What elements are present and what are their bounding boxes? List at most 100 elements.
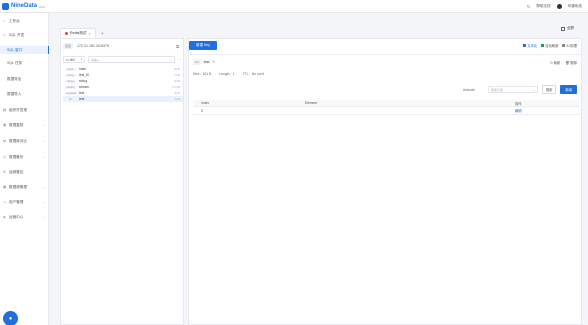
user-icon: ☺	[3, 200, 7, 204]
key-size: 64 B	[174, 79, 180, 83]
fullscreen-checkbox[interactable]	[560, 26, 565, 31]
key-meta: Size：161 B Length：1 TTL：No Limit	[193, 71, 264, 76]
chat-support-button[interactable]: ●	[3, 311, 18, 325]
search-icon: ⌕	[169, 57, 172, 62]
elements-table: Index Element 操作 0 编辑	[193, 100, 579, 115]
sidebar-item-data-import[interactable]: 数据导入	[0, 90, 49, 98]
edit-icon[interactable]: ✎	[212, 60, 215, 64]
chevron-down-icon: ⌄	[42, 185, 45, 189]
chevron-down-icon: ⌄	[42, 200, 45, 204]
code-icon: ◇	[3, 33, 6, 37]
new-key-button[interactable]: 新建 Key	[189, 41, 217, 50]
sidebar-item-data-backup[interactable]: ◎ 数据备份 ⌄	[0, 153, 49, 161]
ai-icon	[562, 44, 566, 47]
sidebar-item-data-copy[interactable]: ▣ 数据复制 ⌄	[0, 121, 49, 129]
table-header: Index Element 操作	[193, 100, 579, 107]
connection-row: 连接 172.21.181.20:6379 ⧉	[63, 42, 181, 50]
sidebar-item-label: 数据库对比	[9, 138, 27, 143]
element-search-input[interactable]: 搜索元素 ⌕	[487, 86, 538, 93]
app-root: NineData Web ↻ 帮助文档 印康系统 ⌂ 工作台 ◇ SQL 开发 …	[0, 0, 588, 325]
key-type-badge: list	[65, 97, 76, 101]
add-element-button[interactable]: 新增	[560, 85, 577, 94]
chevron-down-icon: ⌄	[42, 215, 45, 219]
connection-address: 172.21.181.20:6379	[77, 44, 109, 48]
key-name: test	[79, 97, 85, 101]
sidebar-item-sql-window[interactable]: SQL 窗口	[0, 46, 49, 54]
key-browser-panel: 连接 172.21.181.20:6379 ⧉ ⛁ db0 ▼ 请输入 ⌕ ⋯ …	[60, 38, 184, 325]
delete-label: 删除	[570, 61, 577, 65]
element-search-row: Unicode 搜索元素 ⌕ 搜索 新增	[463, 85, 577, 94]
col-header-actions: 操作	[515, 101, 522, 106]
db-select[interactable]: ⛁ db0 ▼	[63, 56, 85, 63]
list-item-selected[interactable]: list test 72 B	[63, 96, 183, 102]
top-bar: NineData Web ↻ 帮助文档 印康系统	[0, 0, 588, 13]
sidebar-item-center[interactable]: ◈ 运营中心 ⌄	[0, 213, 49, 221]
avatar[interactable]	[556, 4, 562, 9]
sidebar-item-workbench[interactable]: ⌂ 工作台	[0, 17, 49, 25]
search-button[interactable]: 搜索	[541, 85, 557, 94]
tab-label: Redis测试	[70, 31, 87, 35]
key-size: 72 B	[174, 97, 180, 101]
user-name[interactable]: 印康系统	[568, 4, 582, 9]
logo[interactable]: NineData Web	[0, 0, 49, 13]
delete-key-button[interactable]: 🗑 删除	[565, 60, 577, 65]
sidebar-item-data-export[interactable]: 数据导出	[0, 75, 49, 83]
key-search-placeholder: 请输入	[91, 57, 101, 62]
key-title: list test ✎	[193, 59, 215, 65]
auto-refresh-toggle[interactable]: 自动刷新	[541, 43, 558, 48]
key-size: 91 B	[174, 91, 180, 95]
fullscreen-toggle[interactable]: 全屏	[560, 26, 574, 31]
copy-icon[interactable]: ⧉	[176, 44, 179, 49]
sidebar-item-label: SQL 任务	[7, 60, 23, 65]
table-row: 0 编辑	[193, 107, 579, 115]
sidebar-item-datasource[interactable]: ▦ 数据源管理 ⌄	[0, 183, 49, 191]
key-name: hash	[79, 67, 87, 71]
db-value: db0	[69, 57, 75, 62]
key-name: string	[79, 79, 88, 83]
home-icon: ⌂	[3, 19, 6, 23]
search-icon: ⌕	[533, 87, 535, 92]
sidebar-item-org-dev[interactable]: ▤ 组织开发规	[0, 106, 49, 114]
brand-sub: Web	[39, 4, 46, 9]
key-ttl-meta: TTL：No Limit	[242, 72, 264, 76]
sidebar-item-users[interactable]: ☺ 用户管理 ⌄	[0, 198, 49, 206]
tab-redis-test[interactable]: Redis测试 ✕	[60, 28, 96, 38]
cell-index: 0	[201, 108, 203, 113]
sidebar-item-label: 数据源管理	[9, 184, 27, 189]
ai-assistant-toggle[interactable]: AI 助理	[562, 43, 577, 48]
encoding-select[interactable]: Unicode	[463, 88, 475, 92]
sidebar-item-sql-task[interactable]: SQL 任务	[0, 59, 49, 67]
sidebar-item-db-compare[interactable]: ⇄ 数据库对比 ⌄	[0, 137, 49, 145]
key-name: test_ttl	[79, 73, 89, 77]
refresh-label: 刷新	[553, 61, 561, 65]
refresh-icon[interactable]: ↻	[527, 4, 530, 9]
help-link[interactable]: 帮助文档	[536, 4, 550, 9]
key-detail-panel: 新建 Key 文本化 自动刷新 AI 助理 list test ✎ ↻ 刷新 🗑…	[188, 38, 582, 325]
divider	[190, 54, 582, 55]
key-size-meta: Size：161 B	[193, 72, 212, 76]
sidebar-item-sql-dev[interactable]: ◇ SQL 开发 ⌃	[0, 31, 49, 39]
toolbar-label: 自动刷新	[545, 44, 559, 48]
sidebar-item-ops[interactable]: ⚙ 运维管控	[0, 168, 49, 176]
sidebar: ⌂ 工作台 ◇ SQL 开发 ⌃ SQL 窗口 SQL 任务 数据导出 数据导入…	[0, 13, 49, 325]
edit-row-link[interactable]: 编辑	[515, 108, 522, 113]
close-icon[interactable]: ✕	[88, 32, 91, 36]
key-length-meta: Length：1	[219, 72, 235, 76]
key-search-input[interactable]: 请输入 ⌕	[88, 56, 175, 63]
datasource-icon: ▦	[3, 185, 7, 189]
key-size: 2.1 KB	[172, 85, 180, 89]
sidebar-item-label: SQL 开发	[9, 32, 25, 37]
backup-icon: ◎	[3, 155, 7, 159]
key-type-badge: zset/rank	[65, 91, 77, 95]
detail-toolbar: 文本化 自动刷新 AI 助理	[523, 43, 577, 48]
text-mode-toggle[interactable]: 文本化	[523, 43, 537, 48]
chat-icon: ●	[8, 315, 13, 322]
add-tab-button[interactable]: +	[101, 28, 104, 38]
key-name-title: test	[203, 60, 210, 64]
chevron-down-icon: ▼	[80, 58, 83, 61]
more-icon[interactable]: ⋯	[178, 58, 182, 62]
connection-badge: 连接	[63, 43, 74, 49]
sidebar-item-label: 数据复制	[9, 122, 24, 127]
sidebar-item-label: SQL 窗口	[7, 47, 23, 52]
refresh-key-button[interactable]: ↻ 刷新	[550, 60, 560, 65]
